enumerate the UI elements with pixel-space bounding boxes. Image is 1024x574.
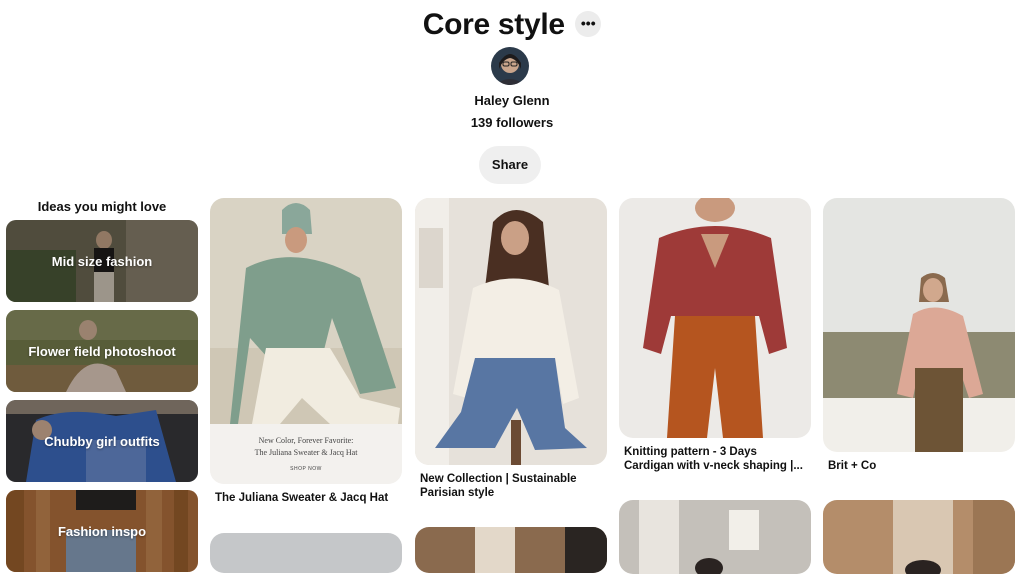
pin-image[interactable] — [823, 198, 1015, 452]
pin-caption[interactable]: Brit + Co — [828, 459, 1010, 473]
idea-label: Chubby girl outfits — [44, 433, 160, 449]
pin-photo — [823, 198, 1015, 452]
idea-label: Fashion inspo — [57, 523, 147, 539]
ad-shop-now[interactable]: SHOP NOW — [210, 466, 402, 472]
idea-label: Flower field photoshoot — [28, 343, 176, 359]
pin-next-1[interactable] — [210, 533, 402, 573]
pin-image[interactable] — [823, 500, 1015, 574]
ideas-heading: Ideas you might love — [37, 199, 167, 214]
pin-juliana-sweater[interactable]: New Color, Forever Favorite: The Juliana… — [210, 198, 402, 508]
pin-photo — [415, 527, 607, 573]
board-header: Core style ••• Haley Glenn 139 followers… — [0, 0, 1024, 190]
pin-photo — [619, 198, 811, 438]
pin-image[interactable]: New Color, Forever Favorite: The Juliana… — [210, 198, 402, 484]
idea-label: Mid size fashion — [51, 253, 153, 269]
more-options-button[interactable]: ••• — [575, 11, 602, 37]
idea-card-flower-field-photoshoot[interactable]: Flower field photoshoot — [6, 310, 198, 392]
pin-brit-co[interactable]: Brit + Co — [823, 198, 1015, 478]
pin-new-collection[interactable]: New Collection | Sustainable Parisian st… — [415, 198, 607, 503]
avatar[interactable] — [491, 47, 529, 85]
idea-card-fashion-inspo[interactable]: Fashion inspo — [6, 490, 198, 572]
pin-image[interactable] — [210, 533, 402, 573]
title-row: Core style ••• — [0, 6, 1024, 44]
pin-caption[interactable]: Knitting pattern - 3 Days Cardigan with … — [624, 445, 806, 473]
pin-image[interactable] — [619, 500, 811, 574]
pin-photo — [619, 500, 811, 574]
pin-image[interactable] — [415, 198, 607, 465]
pin-ad-banner: New Color, Forever Favorite: The Juliana… — [210, 424, 402, 484]
pin-image[interactable] — [619, 198, 811, 438]
pin-next-4[interactable] — [823, 500, 1015, 574]
idea-card-chubby-girl-outfits[interactable]: Chubby girl outfits — [6, 400, 198, 482]
avatar-image — [491, 47, 529, 85]
pin-knitting-pattern[interactable]: Knitting pattern - 3 Days Cardigan with … — [619, 198, 811, 478]
pin-caption[interactable]: The Juliana Sweater & Jacq Hat — [215, 491, 397, 505]
pin-next-3[interactable] — [619, 500, 811, 574]
ad-subline: The Juliana Sweater & Jacq Hat — [254, 448, 358, 457]
pin-image[interactable] — [415, 527, 607, 573]
pin-photo — [415, 198, 607, 465]
owner-name[interactable]: Haley Glenn — [0, 93, 1024, 108]
ad-headline: New Color, Forever Favorite: — [258, 436, 354, 445]
idea-card-mid-size-fashion[interactable]: Mid size fashion — [6, 220, 198, 302]
share-button[interactable]: Share — [479, 146, 541, 184]
pin-next-2[interactable] — [415, 527, 607, 573]
pin-photo — [823, 500, 1015, 574]
pin-photo — [210, 533, 402, 573]
ideas-section: Ideas you might love Mid size fashion Fl… — [6, 198, 198, 572]
followers-count[interactable]: 139 followers — [0, 115, 1024, 130]
board-title: Core style — [422, 8, 565, 41]
pin-caption[interactable]: New Collection | Sustainable Parisian st… — [420, 472, 602, 500]
